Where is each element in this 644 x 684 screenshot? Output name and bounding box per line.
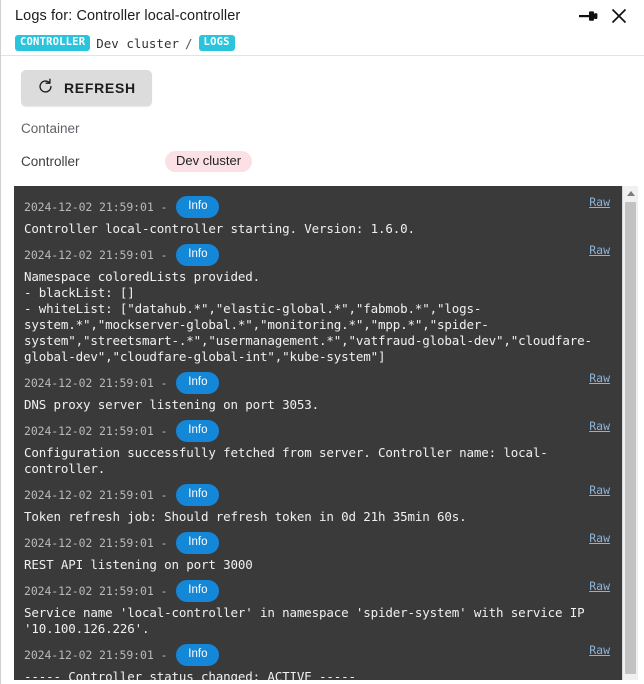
scrollbar-thumb[interactable] xyxy=(625,201,636,674)
dialog-titlebar: Logs for: Controller local-controller xyxy=(1,0,644,31)
log-timestamp: 2024-12-02 21:59:01 - xyxy=(24,647,168,662)
log-entry-header: 2024-12-02 21:59:01 - Info xyxy=(24,371,610,395)
log-timestamp: 2024-12-02 21:59:01 - xyxy=(24,583,168,598)
log-entry: Raw 2024-12-02 21:59:01 - Info ----- Contro… xyxy=(24,643,610,680)
log-timestamp: 2024-12-02 21:59:01 - xyxy=(24,487,168,502)
logs-dialog: Logs for: Controller local-controller CO… xyxy=(0,0,644,684)
breadcrumb-separator: / xyxy=(185,35,193,51)
log-entry: Raw 2024-12-02 21:59:01 - Info REST API lis… xyxy=(24,531,610,575)
container-label: Container xyxy=(21,121,80,137)
log-entry: Raw 2024-12-02 21:59:01 - Info Namespace co… xyxy=(24,243,610,367)
controller-row: Controller Dev cluster xyxy=(1,151,644,173)
log-entry: Raw 2024-12-02 21:59:01 - Info Controller l… xyxy=(24,195,610,239)
raw-log-link[interactable]: Raw xyxy=(589,531,610,545)
breadcrumb-cluster[interactable]: Dev cluster xyxy=(96,36,179,51)
log-entry-header: 2024-12-02 21:59:01 - Info xyxy=(24,643,610,667)
container-row: Container xyxy=(1,119,644,139)
log-level-badge[interactable]: Info xyxy=(176,579,220,602)
raw-log-link[interactable]: Raw xyxy=(589,195,610,209)
log-level-badge[interactable]: Info xyxy=(176,643,220,666)
raw-log-link[interactable]: Raw xyxy=(589,483,610,497)
log-message: Configuration successfully fetched from … xyxy=(24,444,548,476)
controller-value-chip[interactable]: Dev cluster xyxy=(165,151,253,173)
log-entry: Raw 2024-12-02 21:59:01 - Info Token refres… xyxy=(24,483,610,527)
breadcrumb: CONTROLLER Dev cluster / LOGS xyxy=(1,31,644,54)
log-entry: Raw 2024-12-02 21:59:01 - Info DNS proxy se… xyxy=(24,371,610,415)
log-timestamp: 2024-12-02 21:59:01 - xyxy=(24,199,168,214)
pin-button[interactable] xyxy=(574,3,604,29)
log-level-badge[interactable]: Info xyxy=(176,195,220,218)
log-area: Raw 2024-12-02 21:59:01 - Info Controller l… xyxy=(14,185,638,680)
log-entry-header: 2024-12-02 21:59:01 - Info xyxy=(24,195,610,219)
log-level-badge[interactable]: Info xyxy=(176,243,220,266)
log-message: REST API listening on port 3000 xyxy=(24,556,253,572)
log-level-badge[interactable]: Info xyxy=(176,419,220,442)
log-scrollbar[interactable] xyxy=(622,185,638,680)
log-entry-header: 2024-12-02 21:59:01 - Info xyxy=(24,579,610,603)
raw-log-link[interactable]: Raw xyxy=(589,243,610,257)
close-button[interactable] xyxy=(604,3,634,29)
raw-log-link[interactable]: Raw xyxy=(589,419,610,433)
log-message: Controller local-controller starting. Ve… xyxy=(24,220,415,236)
log-entry-header: 2024-12-02 21:59:01 - Info xyxy=(24,483,610,507)
raw-log-link[interactable]: Raw xyxy=(589,579,610,593)
refresh-button[interactable]: REFRESH xyxy=(21,69,152,106)
chevron-up-icon xyxy=(626,190,635,196)
pin-icon xyxy=(578,8,600,24)
controller-label: Controller xyxy=(21,154,80,170)
raw-log-link[interactable]: Raw xyxy=(589,643,610,657)
log-timestamp: 2024-12-02 21:59:01 - xyxy=(24,247,168,262)
breadcrumb-kind-badge[interactable]: CONTROLLER xyxy=(15,35,91,52)
log-entry-header: 2024-12-02 21:59:01 - Info xyxy=(24,243,610,267)
log-message: Token refresh job: Should refresh token … xyxy=(24,508,467,524)
log-timestamp: 2024-12-02 21:59:01 - xyxy=(24,535,168,550)
log-entry: Raw 2024-12-02 21:59:01 - Info Service name… xyxy=(24,579,610,639)
log-level-badge[interactable]: Info xyxy=(176,483,220,506)
scrollbar-up-button[interactable] xyxy=(623,186,638,201)
log-entry-header: 2024-12-02 21:59:01 - Info xyxy=(24,419,610,443)
log-output-panel[interactable]: Raw 2024-12-02 21:59:01 - Info Controller l… xyxy=(14,185,622,680)
log-message: Namespace coloredLists provided. - black… xyxy=(24,268,592,364)
log-level-badge[interactable]: Info xyxy=(176,531,220,554)
raw-log-link[interactable]: Raw xyxy=(589,371,610,385)
log-entry: Raw 2024-12-02 21:59:01 - Info Configuratio… xyxy=(24,419,610,479)
log-timestamp: 2024-12-02 21:59:01 - xyxy=(24,423,168,438)
log-level-badge[interactable]: Info xyxy=(176,371,220,394)
dialog-title: Logs for: Controller local-controller xyxy=(15,7,241,24)
log-message: ----- Controller status changed: ACTIVE … xyxy=(24,668,356,680)
log-message: DNS proxy server listening on port 3053. xyxy=(24,396,320,412)
log-timestamp: 2024-12-02 21:59:01 - xyxy=(24,375,168,390)
controls-section: REFRESH Container Controller Dev cluster xyxy=(1,56,644,173)
refresh-icon xyxy=(37,78,54,98)
close-icon xyxy=(610,7,628,25)
breadcrumb-section-badge[interactable]: LOGS xyxy=(198,35,235,52)
log-message: Service name 'local-controller' in names… xyxy=(24,604,592,636)
refresh-button-label: REFRESH xyxy=(64,79,136,96)
log-entry-header: 2024-12-02 21:59:01 - Info xyxy=(24,531,610,555)
